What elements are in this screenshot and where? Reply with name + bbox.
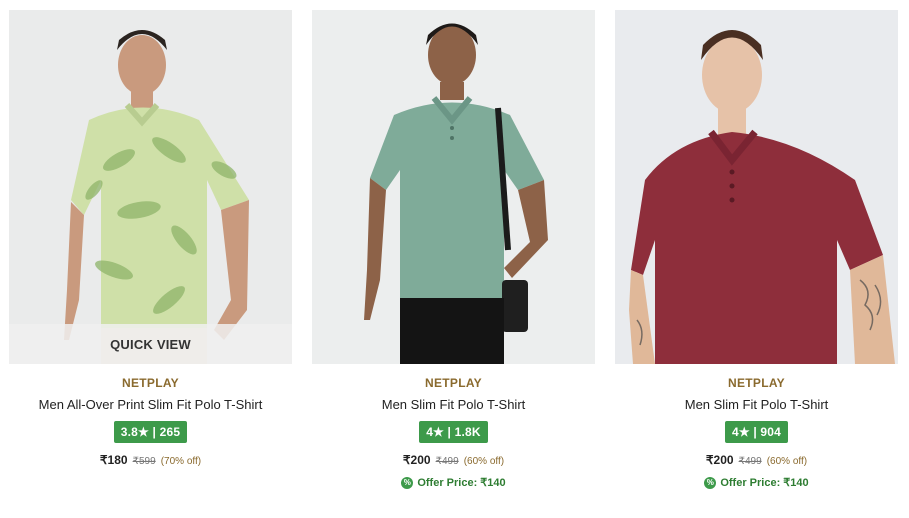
product-brand: NETPLAY xyxy=(121,376,179,390)
quick-view-button[interactable]: QUICK VIEW xyxy=(9,324,292,364)
price-row: ₹200 ₹499 (60% off) xyxy=(615,453,898,467)
discount-percent: (60% off) xyxy=(766,456,808,467)
offer-price-row: % Offer Price: ₹140 xyxy=(312,476,595,489)
price-row: ₹200 ₹499 (60% off) xyxy=(312,453,595,467)
selling-price: ₹180 xyxy=(99,453,128,467)
product-photo-illustration xyxy=(615,10,898,364)
selling-price: ₹200 xyxy=(402,453,431,467)
product-image[interactable] xyxy=(615,10,898,364)
rating-badge: 3.8★ | 265 xyxy=(113,421,188,443)
discount-percent: (60% off) xyxy=(463,456,505,467)
product-brand: NETPLAY xyxy=(727,376,785,390)
offer-tag-icon: % xyxy=(704,476,717,489)
product-photo-illustration xyxy=(9,10,292,364)
original-price: ₹599 xyxy=(132,456,156,467)
product-title[interactable]: Men Slim Fit Polo T-Shirt xyxy=(615,397,898,412)
rating-badge: 4★ | 1.8K xyxy=(419,421,488,443)
selling-price: ₹200 xyxy=(705,453,734,467)
product-image[interactable]: QUICK VIEW xyxy=(9,10,292,364)
offer-tag-icon: % xyxy=(401,476,414,489)
product-title[interactable]: Men All-Over Print Slim Fit Polo T-Shirt xyxy=(9,397,292,412)
offer-price: Offer Price: ₹140 xyxy=(720,477,809,489)
product-card[interactable]: NETPLAY Men Slim Fit Polo T-Shirt 4★ | 9… xyxy=(615,10,898,489)
product-card[interactable]: QUICK VIEW NETPLAY Men All-Over Print Sl… xyxy=(9,10,292,467)
original-price: ₹499 xyxy=(738,456,762,467)
product-grid: QUICK VIEW NETPLAY Men All-Over Print Sl… xyxy=(0,0,909,518)
price-row: ₹180 ₹599 (70% off) xyxy=(9,453,292,467)
offer-price: Offer Price: ₹140 xyxy=(417,477,506,489)
product-photo-illustration xyxy=(312,10,595,364)
product-brand: NETPLAY xyxy=(424,376,482,390)
product-card[interactable]: NETPLAY Men Slim Fit Polo T-Shirt 4★ | 1… xyxy=(312,10,595,489)
product-image[interactable] xyxy=(312,10,595,364)
discount-percent: (70% off) xyxy=(160,456,202,467)
original-price: ₹499 xyxy=(435,456,459,467)
offer-price-row: % Offer Price: ₹140 xyxy=(615,476,898,489)
product-title[interactable]: Men Slim Fit Polo T-Shirt xyxy=(312,397,595,412)
rating-badge: 4★ | 904 xyxy=(724,421,789,443)
